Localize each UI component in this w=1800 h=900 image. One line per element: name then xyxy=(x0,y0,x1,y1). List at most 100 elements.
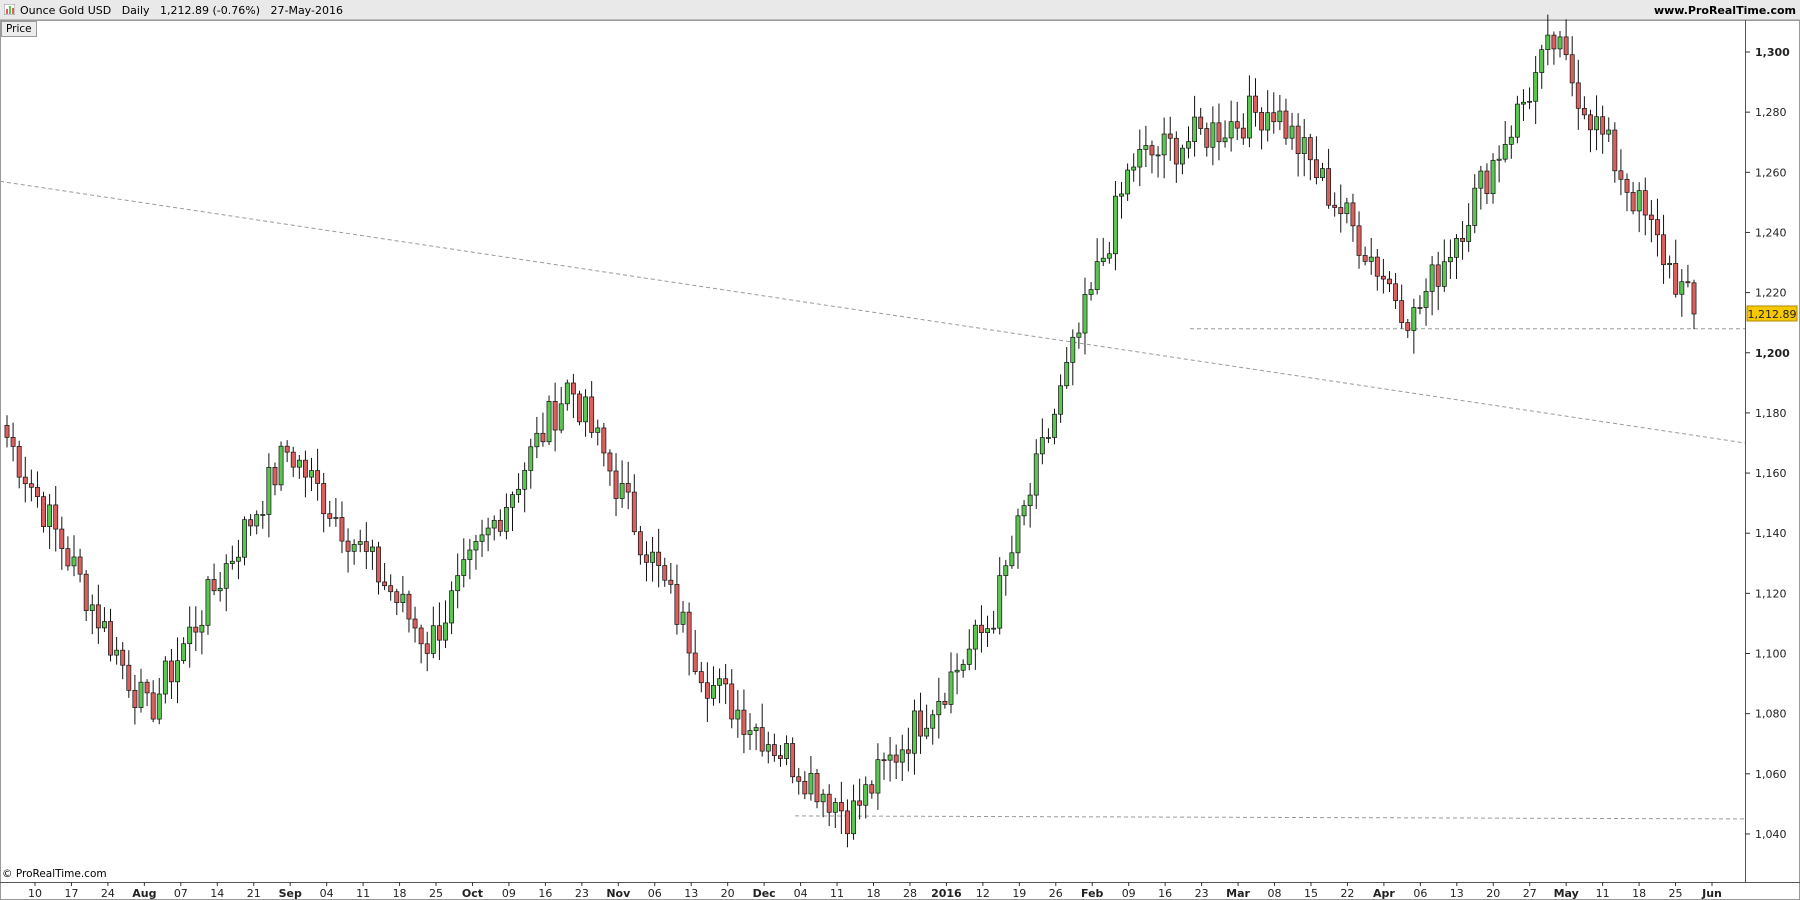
candle xyxy=(1380,258,1386,294)
candle xyxy=(796,767,802,795)
candle-body xyxy=(832,802,838,813)
candle-body xyxy=(266,467,272,515)
candle xyxy=(564,379,570,411)
candle-body xyxy=(1630,192,1636,212)
candle xyxy=(345,528,351,573)
candle-body xyxy=(156,693,162,720)
y-tick-label: 1,160 xyxy=(1755,467,1787,480)
candle xyxy=(1149,140,1155,174)
candle xyxy=(1557,31,1563,58)
candle xyxy=(960,659,966,678)
candle xyxy=(1125,163,1131,201)
candle-body xyxy=(778,755,783,759)
candle xyxy=(1387,271,1392,292)
candle-body xyxy=(735,709,741,720)
candle xyxy=(1137,129,1143,187)
candle xyxy=(1320,162,1325,181)
candle xyxy=(503,493,509,540)
candle xyxy=(784,735,789,766)
candle xyxy=(723,663,729,705)
candle xyxy=(156,677,162,725)
candle-body xyxy=(418,627,424,645)
candle-body xyxy=(1179,147,1185,165)
candle xyxy=(1685,264,1691,288)
candle-body xyxy=(516,488,522,495)
candle-body xyxy=(10,437,16,447)
candle xyxy=(83,570,89,622)
candle-body xyxy=(997,575,1003,629)
candle-body xyxy=(784,743,789,759)
candle xyxy=(181,637,187,664)
candle-body xyxy=(41,496,46,527)
candle xyxy=(1015,508,1021,569)
candle xyxy=(187,606,193,668)
candle xyxy=(899,734,905,781)
candle-body xyxy=(1027,494,1033,507)
candle xyxy=(625,461,631,510)
candle-body xyxy=(1240,127,1246,139)
candle xyxy=(400,575,406,613)
candle-body xyxy=(424,643,430,654)
candle-body xyxy=(905,749,911,754)
candle xyxy=(1655,198,1660,257)
candle-body xyxy=(845,810,850,835)
candle-body xyxy=(430,625,436,654)
candle-body xyxy=(613,470,619,499)
candle-body xyxy=(351,544,357,552)
candle xyxy=(1326,148,1332,209)
candle-body xyxy=(309,470,314,478)
x-tick-label: 20 xyxy=(721,887,735,900)
candle xyxy=(1429,256,1435,316)
candle xyxy=(1618,149,1624,196)
candle xyxy=(1271,92,1277,134)
candle-body xyxy=(369,546,375,552)
candle-body xyxy=(461,559,467,576)
candle xyxy=(686,602,692,676)
candle xyxy=(193,606,199,651)
candle-body xyxy=(796,776,802,782)
candle xyxy=(1070,329,1076,386)
candle xyxy=(905,727,911,772)
candle-body xyxy=(376,546,381,583)
candle-body xyxy=(1521,101,1526,105)
price-chart[interactable]: 1,040 1,060 1,080 1,100 1,120 1,140 1,160 1,180… xyxy=(0,0,1800,900)
candle-body xyxy=(924,727,930,737)
candle xyxy=(150,680,156,723)
candle-body xyxy=(595,427,601,433)
candle xyxy=(1673,239,1679,298)
candle xyxy=(985,615,990,647)
candle xyxy=(924,704,930,740)
candle xyxy=(1113,180,1118,271)
candle xyxy=(570,373,576,419)
candle-body xyxy=(528,446,534,471)
candle-body xyxy=(290,451,296,468)
candle-body xyxy=(644,554,649,563)
candle-body xyxy=(71,556,77,567)
candle-body xyxy=(77,556,83,575)
candle-body xyxy=(1508,136,1514,145)
candle xyxy=(838,781,844,834)
candle-body xyxy=(1009,552,1015,567)
candle xyxy=(1551,31,1557,65)
candle-body xyxy=(1143,145,1149,150)
candle-body xyxy=(1052,413,1057,438)
candle-body xyxy=(814,773,820,803)
candle xyxy=(577,390,582,426)
candle-body xyxy=(114,649,120,656)
candle-body xyxy=(205,579,211,626)
candle-body xyxy=(619,483,625,499)
candle-body xyxy=(1350,202,1356,227)
candle-body xyxy=(650,551,655,563)
candle xyxy=(1478,165,1484,210)
candle-body xyxy=(388,585,394,593)
candle-body xyxy=(83,573,89,611)
y-tick-label: 1,120 xyxy=(1755,587,1787,600)
candle-body xyxy=(169,660,174,683)
candle-body xyxy=(1667,263,1673,266)
candle xyxy=(552,382,558,452)
candle-body xyxy=(491,519,497,529)
candle-body xyxy=(1484,170,1490,195)
candle-body xyxy=(1648,214,1654,220)
candle xyxy=(1350,193,1356,242)
candle-body xyxy=(1058,385,1064,415)
